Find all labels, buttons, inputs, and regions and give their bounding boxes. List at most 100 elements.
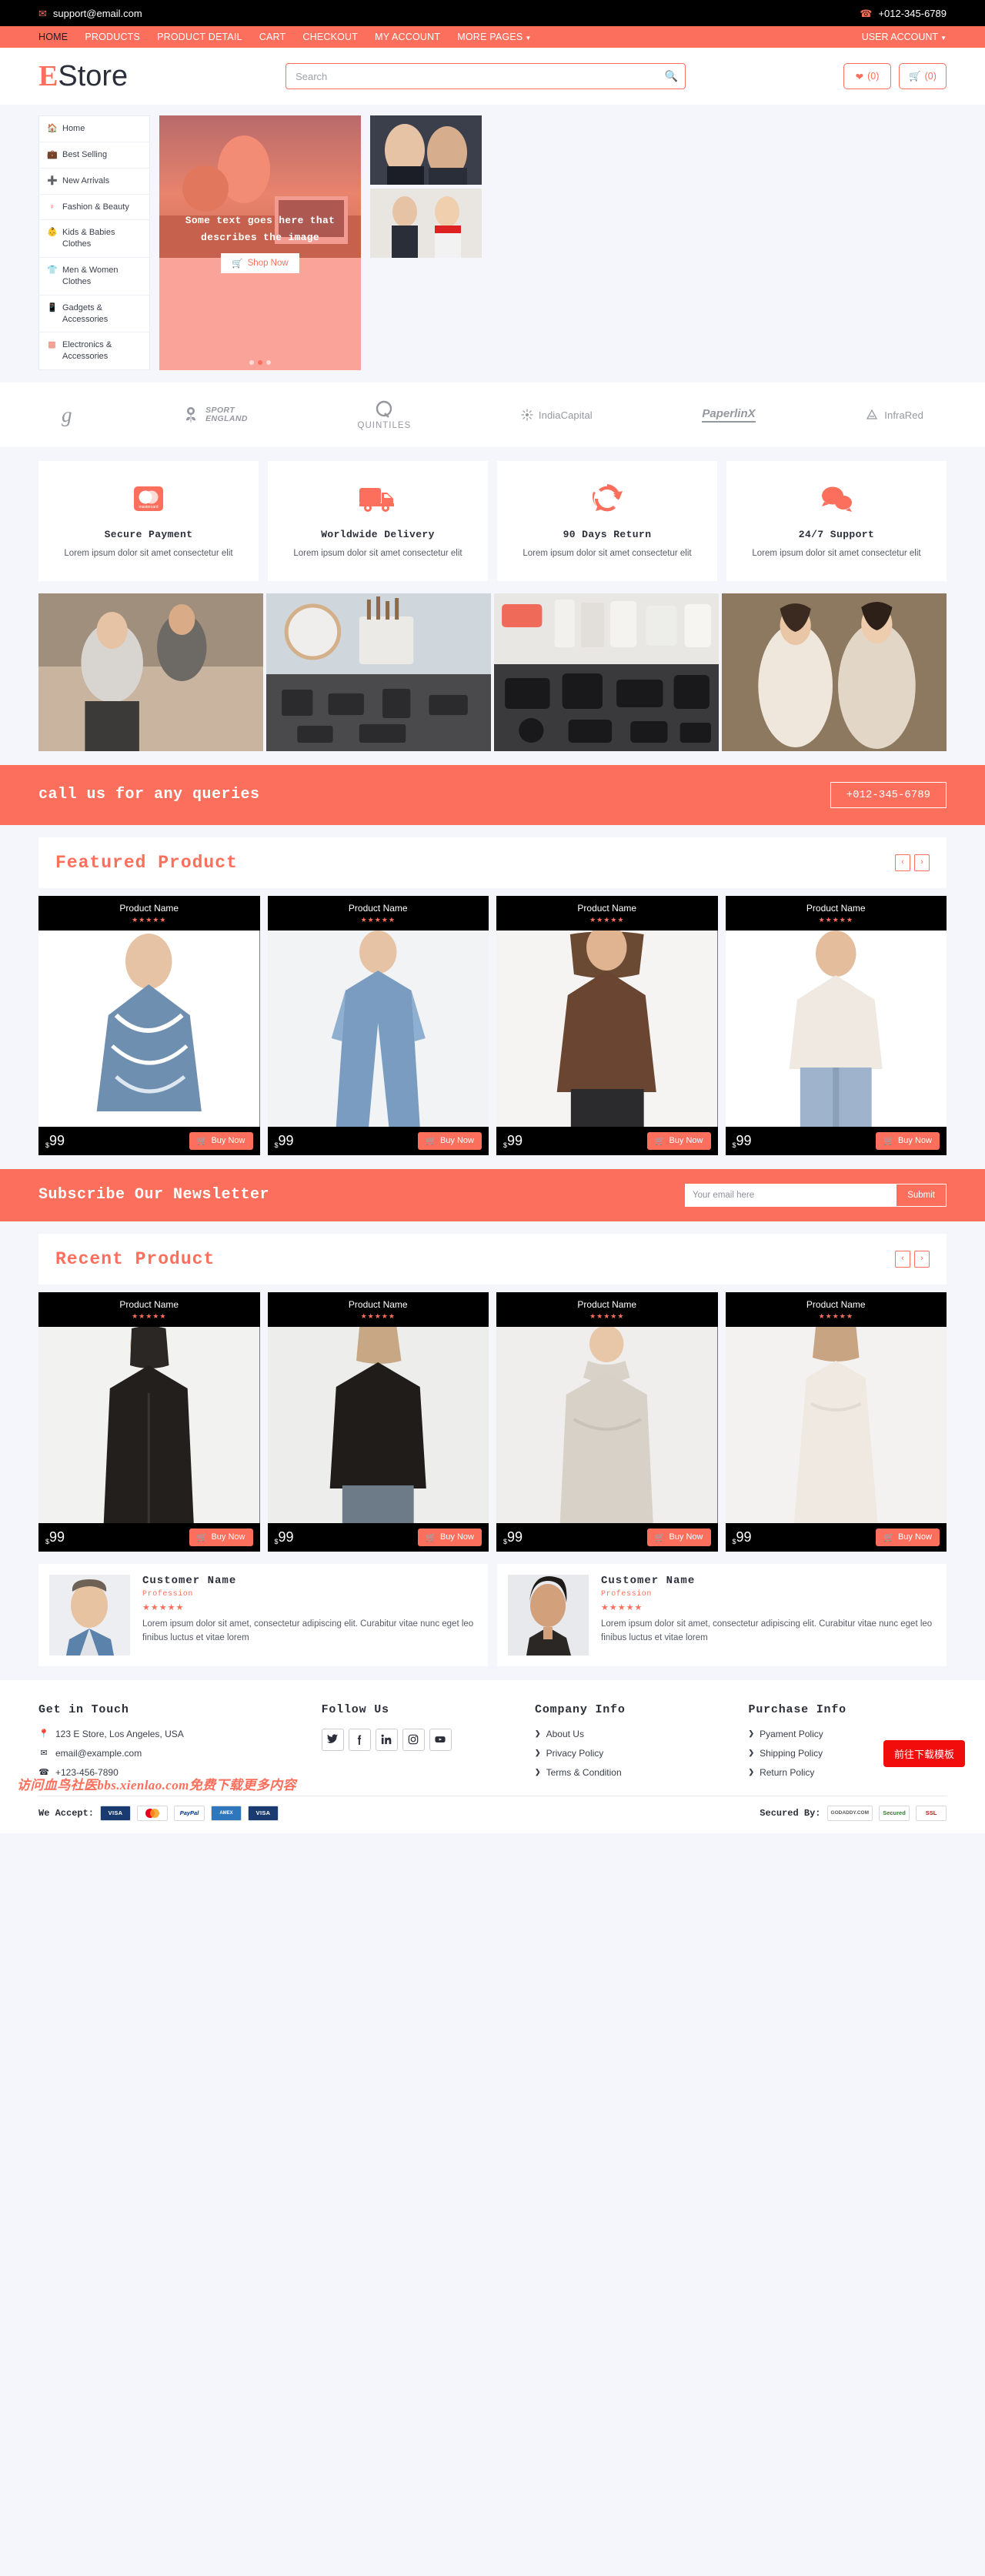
nav-item-more-pages[interactable]: MORE PAGES ▼ [457,32,531,42]
user-account-menu[interactable]: USER ACCOUNT ▼ [862,32,947,42]
chevron-right-icon: ❯ [535,1729,541,1738]
featured-prev-button[interactable]: ‹ [895,854,910,871]
hero-side-image-top[interactable] [370,115,482,185]
hero-carousel[interactable]: Some text goes here that describes the i… [159,115,361,371]
cart-icon: 🛒 [196,1136,208,1146]
nav-item-cart[interactable]: CART [259,32,286,42]
buy-now-button[interactable]: 🛒 Buy Now [189,1131,253,1150]
wishlist-button[interactable]: ❤ (0) [843,63,891,89]
carousel-dot[interactable] [249,360,254,366]
category-item-gadgets[interactable]: 📱 Gadgets & Accessories [39,296,149,333]
featured-next-button[interactable]: › [914,854,930,871]
nav-item-product-detail[interactable]: PRODUCT DETAIL [157,32,242,42]
recent-prev-button[interactable]: ‹ [895,1250,910,1268]
support-phone-text: +012-345-6789 [878,7,947,19]
footer-email[interactable]: ✉ email@example.com [38,1748,306,1759]
nav-item-home[interactable]: HOME [38,32,68,42]
main-navigation: HOME PRODUCTS PRODUCT DETAIL CART CHECKO… [0,26,985,48]
product-card[interactable]: Product Name ★★★★★ $99 🛒 Buy Now [725,895,947,1155]
category-tile-gadgets[interactable] [494,593,719,751]
footer-link-terms-condition[interactable]: ❯ Terms & Condition [535,1767,733,1778]
product-card[interactable]: Product Name ★★★★★ $99 🛒 Buy Now [38,1291,260,1552]
cart-button[interactable]: 🛒 (0) [899,63,947,89]
call-banner-phone-button[interactable]: +012-345-6789 [830,781,947,808]
search-input[interactable] [285,63,686,89]
watermark-download-button[interactable]: 前往下载模板 [883,1739,965,1767]
category-tile-dresses[interactable] [722,593,947,751]
nav-item-products[interactable]: PRODUCTS [85,32,140,42]
support-email[interactable]: ✉ support@email.com [38,8,142,19]
plus-square-icon: ➕ [47,175,58,185]
buy-now-button[interactable]: 🛒 Buy Now [646,1131,711,1150]
facebook-icon[interactable] [348,1728,371,1751]
price-value: 99 [49,1132,65,1148]
category-item-new-arrivals[interactable]: ➕ New Arrivals [39,169,149,195]
category-item-best-selling[interactable]: 💼 Best Selling [39,142,149,169]
twitter-icon[interactable] [321,1728,344,1751]
footer-link-return-policy[interactable]: ❯ Return Policy [749,1767,947,1778]
support-phone[interactable]: ☎ +012-345-6789 [860,8,947,19]
nav-item-my-account[interactable]: MY ACCOUNT [375,32,440,42]
infrared-icon [866,409,878,419]
youtube-icon[interactable] [429,1728,452,1751]
search-icon[interactable]: 🔍 [665,70,678,83]
brand-logo-script: g [62,403,72,427]
product-name: Product Name [119,1298,179,1310]
category-item-fashion-beauty[interactable]: ♀ Fashion & Beauty [39,195,149,221]
hero-side-image-bottom[interactable] [370,189,482,258]
footer-link-privacy-policy[interactable]: ❯ Privacy Policy [535,1748,733,1759]
category-tile-beauty-makeup[interactable] [266,593,491,751]
footer-phone-text: +123-456-7890 [55,1766,119,1778]
buy-now-button[interactable]: 🛒 Buy Now [418,1131,482,1150]
buy-now-button[interactable]: 🛒 Buy Now [646,1528,711,1546]
carousel-dot[interactable] [266,360,271,366]
indiacapital-icon [520,409,533,422]
price-value: 99 [507,1529,523,1545]
microchip-icon: ▩ [48,340,56,350]
product-card[interactable]: Product Name ★★★★★ $99 🛒 Buy Now [496,895,718,1155]
godaddy-badge: GODADDY.COM [826,1805,873,1821]
footer-phone[interactable]: ☎ +123-456-7890 [38,1767,306,1778]
footer-link-payment-policy[interactable]: ❯ Pyament Policy [749,1729,947,1739]
carousel-dot-active[interactable] [258,360,262,366]
currency-symbol: $ [503,1141,508,1149]
nav-item-checkout[interactable]: CHECKOUT [302,32,358,42]
category-item-electronics[interactable]: ▩ Electronics & Accessories [39,332,149,369]
feature-desc: Lorem ipsum dolor sit amet consectetur e… [752,549,921,559]
footer-link-about-us[interactable]: ❯ About Us [535,1729,733,1739]
category-menu: 🏠 Home 💼 Best Selling ➕ New Arrivals ♀ F… [38,115,150,371]
category-item-kids-babies[interactable]: 👶 Kids & Babies Clothes [39,220,149,259]
product-card[interactable]: Product Name ★★★★★ $99 🛒 Buy Now [267,895,489,1155]
recent-next-button[interactable]: › [914,1250,930,1268]
feature-desc: Lorem ipsum dolor sit amet consectetur e… [293,549,462,559]
site-logo[interactable]: EStore [38,62,128,91]
shop-now-button[interactable]: 🛒 Shop Now [221,253,299,273]
buy-now-button[interactable]: 🛒 Buy Now [876,1131,940,1150]
newsletter-submit-button[interactable]: Submit [897,1183,947,1207]
product-card[interactable]: Product Name ★★★★★ $99 🛒 Buy Now [38,895,260,1155]
truck-icon [280,479,476,518]
feature-desc: Lorem ipsum dolor sit amet consectetur e… [64,549,233,559]
quintiles-icon [376,400,392,418]
product-name: Product Name [806,1298,866,1310]
category-item-home[interactable]: 🏠 Home [39,116,149,142]
buy-now-button[interactable]: 🛒 Buy Now [876,1528,940,1546]
carousel-dots[interactable] [249,360,271,366]
cart-icon: 🛒 [883,1136,894,1146]
newsletter-title: Subscribe Our Newsletter [38,1186,270,1204]
category-tile-women-fashion[interactable] [38,593,263,751]
product-card[interactable]: Product Name ★★★★★ $99 🛒 Buy Now [267,1291,489,1552]
testimonial-name: Customer Name [601,1574,696,1587]
product-rating: ★★★★★ [132,1311,167,1320]
category-item-men-women-clothes[interactable]: 👕 Men & Women Clothes [39,258,149,296]
footer-link-label: Return Policy [760,1766,815,1778]
product-card[interactable]: Product Name ★★★★★ $99 🛒 Buy Now [725,1291,947,1552]
newsletter-email-input[interactable] [685,1183,897,1207]
product-card[interactable]: Product Name ★★★★★ $99 🛒 Buy Now [496,1291,718,1552]
we-accept-label: We Accept: [38,1807,95,1819]
linkedin-icon[interactable] [375,1728,398,1751]
product-name: Product Name [577,1298,637,1310]
buy-now-button[interactable]: 🛒 Buy Now [189,1528,253,1546]
buy-now-button[interactable]: 🛒 Buy Now [418,1528,482,1546]
instagram-icon[interactable] [402,1728,425,1751]
